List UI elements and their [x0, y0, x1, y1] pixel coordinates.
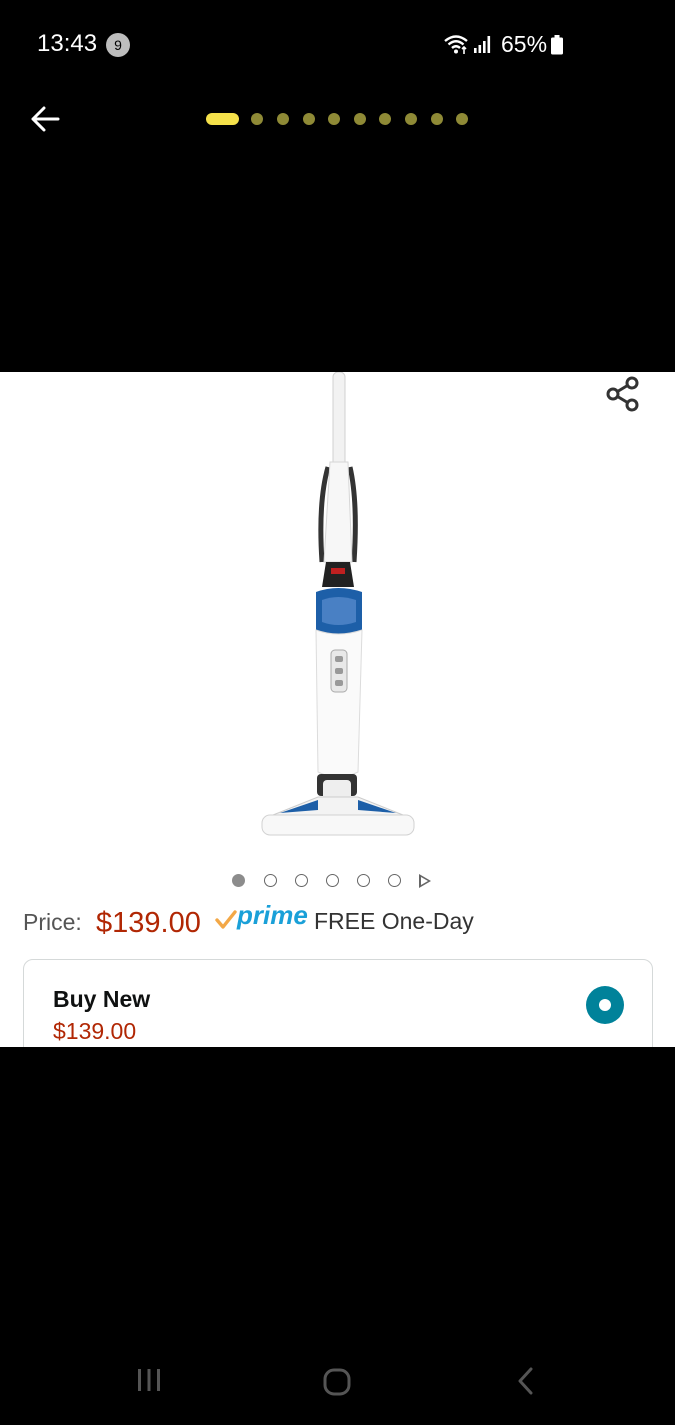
product-card: Price: $139.00 prime FREE One-Day Buy Ne…: [0, 372, 675, 1047]
buy-new-option[interactable]: Buy New $139.00: [23, 959, 653, 1047]
delivery-text: FREE One-Day: [314, 908, 474, 934]
buy-option-title: Buy New: [53, 986, 151, 1012]
story-segment: [456, 113, 468, 125]
prime-check-icon: [215, 910, 237, 935]
battery-icon: [550, 35, 564, 60]
nav-back-icon[interactable]: [515, 1367, 537, 1400]
status-bar: 13:43 9 65%: [0, 0, 675, 90]
price-label: Price:: [23, 909, 82, 935]
back-arrow-icon: [28, 106, 62, 138]
carousel-dot-active[interactable]: [232, 874, 245, 887]
story-segment: [303, 113, 315, 125]
story-segment: [379, 113, 391, 125]
carousel-dot[interactable]: [326, 874, 339, 887]
buy-option-price: $139.00: [53, 1018, 137, 1044]
back-button[interactable]: [28, 104, 62, 134]
prime-label: prime: [237, 900, 308, 930]
story-segment-active: [206, 113, 239, 125]
signal-icon: [473, 34, 493, 59]
story-segment: [405, 113, 417, 125]
notification-count-badge: 9: [106, 33, 130, 57]
status-time: 13:43: [37, 30, 98, 57]
carousel-dot[interactable]: [295, 874, 308, 887]
buy-option-radio-selected[interactable]: [586, 986, 624, 1024]
price-row: Price: $139.00 prime FREE One-Day: [23, 900, 663, 942]
product-image[interactable]: [258, 372, 418, 842]
carousel-dot[interactable]: [357, 874, 370, 887]
story-segment: [277, 113, 289, 125]
story-segment: [431, 113, 443, 125]
story-segment: [251, 113, 263, 125]
battery-percentage: 65%: [501, 31, 548, 57]
system-navigation-bar: [0, 1345, 675, 1425]
carousel-dot[interactable]: [388, 874, 401, 887]
carousel-dot[interactable]: [264, 874, 277, 887]
home-icon[interactable]: [322, 1367, 352, 1402]
recents-icon[interactable]: [136, 1367, 162, 1398]
share-button[interactable]: [604, 374, 642, 414]
share-icon: [604, 376, 642, 418]
story-segment: [328, 113, 340, 125]
price-value: $139.00: [96, 907, 201, 939]
story-segment: [354, 113, 366, 125]
wifi-icon: [443, 33, 469, 60]
